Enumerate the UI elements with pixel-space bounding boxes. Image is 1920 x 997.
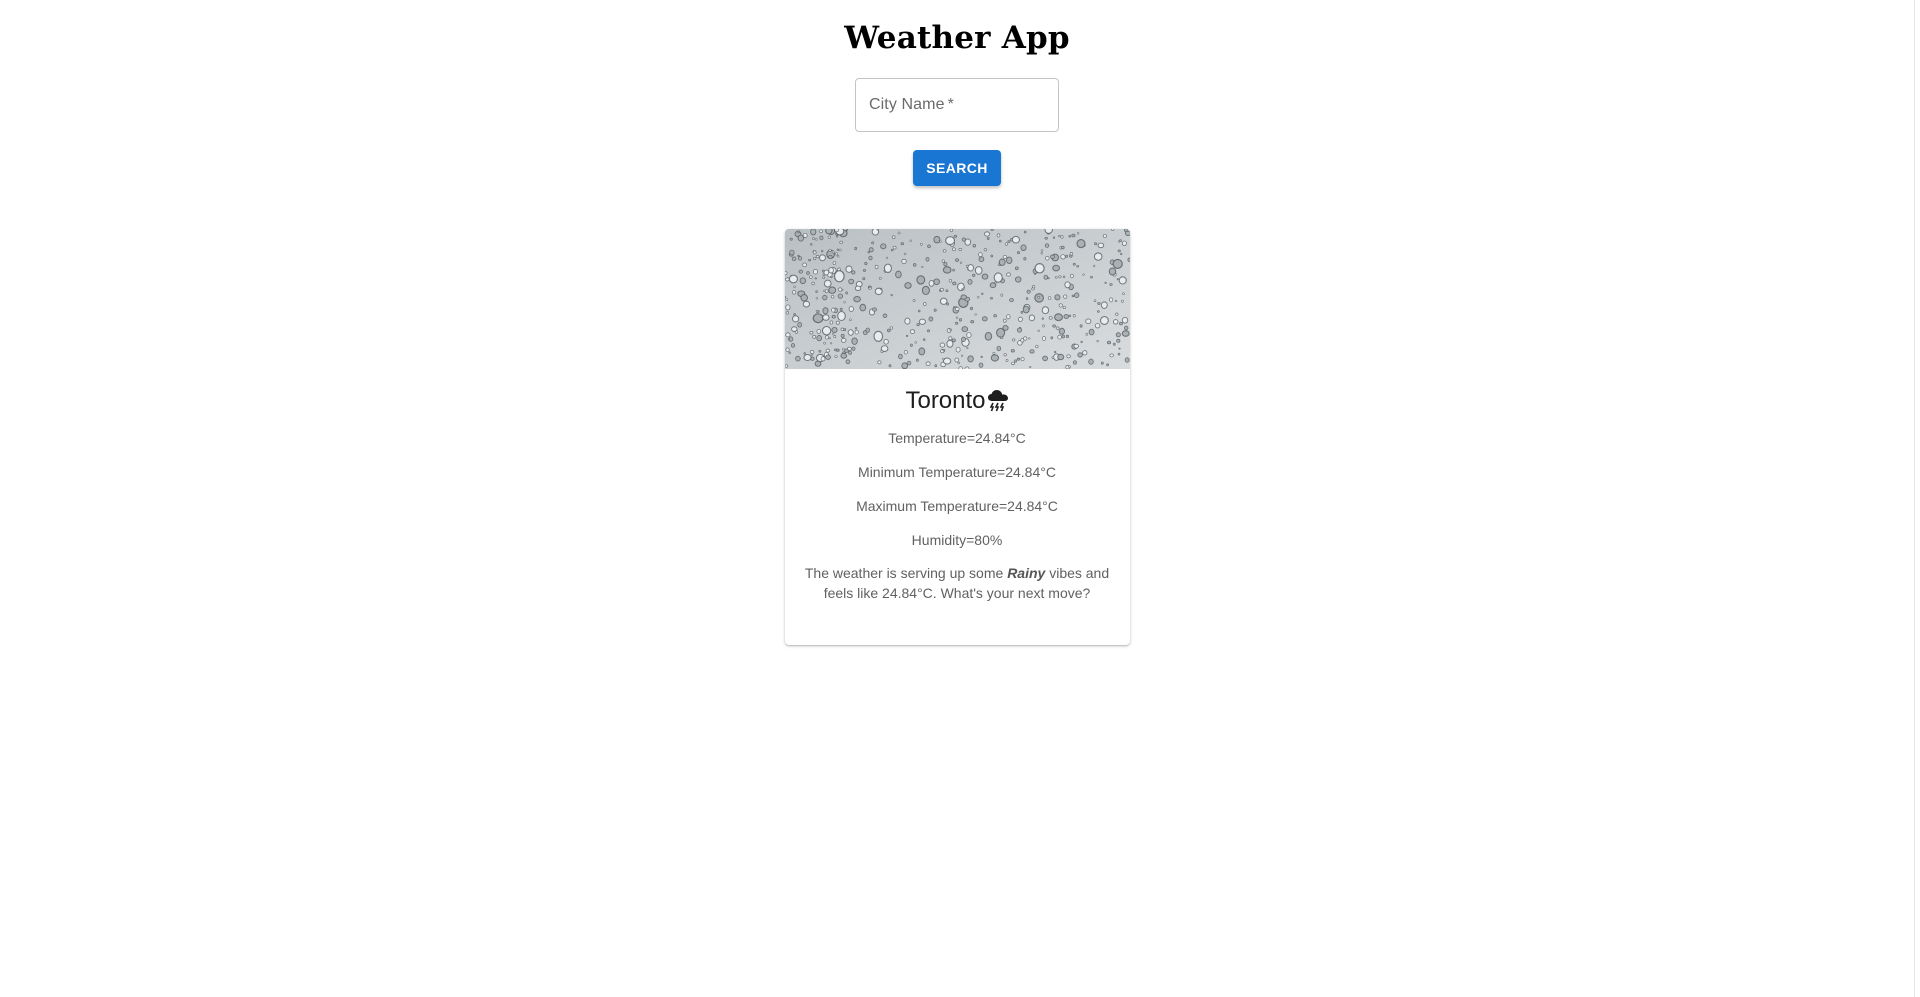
search-button[interactable]: SEARCH [913, 150, 1001, 186]
weather-app: Weather App City Name * SEARCH Toronto T… [0, 0, 1914, 645]
scrollbar-track [1914, 0, 1915, 997]
temperature-text: Temperature=24.84°C [888, 430, 1026, 446]
weather-description: The weather is serving up some Rainy vib… [797, 563, 1117, 603]
city-name-input[interactable] [856, 79, 1084, 131]
description-prefix: The weather is serving up some [804, 565, 1004, 581]
page-title: Weather App [844, 20, 1070, 56]
city-name: Toronto [905, 387, 986, 414]
city-heading: Toronto [905, 387, 1008, 415]
weather-card: Toronto Temperature=24.84°C Minimum Temp… [784, 229, 1130, 645]
min-temperature-text: Minimum Temperature=24.84°C [858, 464, 1056, 480]
max-temperature-text: Maximum Temperature=24.84°C [856, 498, 1058, 514]
thunderstorm-cloud-icon [987, 390, 1008, 412]
humidity-text: Humidity=80% [911, 532, 1003, 548]
rain-image [784, 229, 1130, 369]
condition-text: Rainy [1007, 565, 1046, 581]
city-name-field[interactable]: City Name * [855, 78, 1084, 132]
page: Weather App City Name * SEARCH Toronto T… [0, 0, 1920, 997]
